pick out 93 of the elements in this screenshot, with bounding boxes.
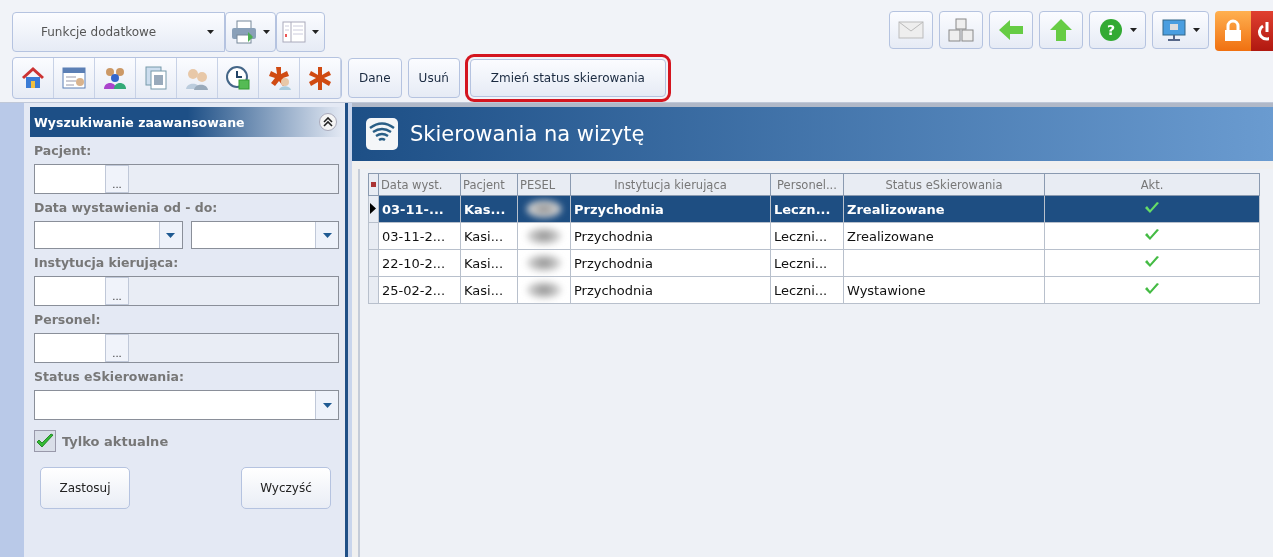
people-icon bbox=[102, 65, 128, 91]
table-cell: Przychodnia bbox=[570, 222, 771, 250]
column-header[interactable]: Akt. bbox=[1044, 173, 1260, 196]
current-row-icon bbox=[370, 202, 376, 214]
dropdown-button[interactable] bbox=[158, 222, 182, 248]
action-button[interactable]: Usuń bbox=[407, 58, 460, 98]
panel-button[interactable]: Wyczyść bbox=[241, 467, 331, 509]
table-cell: Przychodnia bbox=[570, 195, 771, 223]
caret-icon bbox=[207, 30, 214, 34]
column-header[interactable]: Data wyst. bbox=[378, 173, 461, 196]
functions-dropdown[interactable]: Funkcje dodatkowe bbox=[12, 12, 225, 52]
dropdown-field[interactable] bbox=[34, 221, 183, 249]
row-header[interactable] bbox=[368, 195, 379, 223]
dropdown-field[interactable] bbox=[34, 390, 339, 420]
caret-icon bbox=[322, 402, 332, 408]
table-cell: Zrealizowane bbox=[843, 195, 1045, 223]
keys-icon bbox=[948, 18, 974, 42]
table-cell: Leczni... bbox=[770, 276, 844, 304]
column-header[interactable]: Status eSkierowania bbox=[843, 173, 1045, 196]
field-label: Status eSkierowania: bbox=[34, 369, 185, 384]
table-cell: Wystawione bbox=[843, 276, 1045, 304]
blurred-value bbox=[526, 281, 562, 299]
column-header[interactable]: Pacjent bbox=[460, 173, 518, 196]
mail-button[interactable] bbox=[889, 11, 933, 49]
columns-icon bbox=[282, 21, 306, 43]
column-header[interactable]: PESEL bbox=[517, 173, 571, 196]
printer-icon bbox=[231, 20, 257, 44]
left-arrow-icon bbox=[998, 18, 1024, 42]
double-chevron-up-icon bbox=[323, 117, 333, 127]
dropdown-button[interactable] bbox=[315, 391, 338, 419]
up-button[interactable] bbox=[1039, 11, 1083, 49]
collapse-button[interactable] bbox=[319, 113, 337, 131]
table-cell: 22-10-2... bbox=[378, 249, 461, 277]
field-label: Data wystawienia od - do: bbox=[34, 200, 219, 215]
keyboard-button[interactable] bbox=[939, 11, 983, 49]
browse-button[interactable]: ... bbox=[105, 165, 129, 193]
field-label: Personel: bbox=[34, 312, 102, 327]
table-cell: Przychodnia bbox=[570, 276, 771, 304]
caret-icon bbox=[166, 232, 175, 238]
table-cell: 03-11-2... bbox=[378, 222, 461, 250]
browse-button[interactable]: ... bbox=[105, 277, 129, 305]
monitor-icon bbox=[1161, 18, 1187, 42]
layout-button[interactable] bbox=[276, 12, 325, 52]
action-button[interactable]: Dane bbox=[348, 58, 402, 98]
table-cell: 03-11-... bbox=[378, 195, 461, 223]
print-button[interactable] bbox=[225, 12, 276, 52]
medical-staff-icon bbox=[266, 65, 292, 91]
documents-icon bbox=[143, 65, 169, 91]
checkbox[interactable] bbox=[34, 430, 56, 452]
clock-icon bbox=[225, 65, 251, 91]
column-header[interactable]: Instytucja kierująca bbox=[570, 173, 771, 196]
browse-button[interactable]: ... bbox=[105, 334, 129, 362]
field-label: Instytucja kierująca: bbox=[34, 255, 180, 270]
back-button[interactable] bbox=[989, 11, 1033, 49]
dropdown-button[interactable] bbox=[315, 222, 338, 248]
blurred-value bbox=[526, 200, 562, 218]
calendar-icon bbox=[61, 65, 87, 91]
table-cell: Przychodnia bbox=[570, 249, 771, 277]
panel-button[interactable]: Zastosuj bbox=[40, 467, 130, 509]
checkbox-label: Tylko aktualne bbox=[62, 433, 169, 449]
blurred-value bbox=[526, 254, 562, 272]
blurred-value bbox=[526, 227, 562, 245]
lock-button[interactable] bbox=[1215, 11, 1251, 51]
display-button[interactable] bbox=[1152, 11, 1209, 49]
home-icon bbox=[20, 65, 46, 91]
envelope-icon bbox=[898, 18, 924, 42]
caret-icon bbox=[312, 30, 319, 34]
field-label: Pacjent: bbox=[34, 143, 93, 158]
table-cell: Leczni... bbox=[770, 222, 844, 250]
table-cell: Zrealizowane bbox=[843, 222, 1045, 250]
padlock-icon bbox=[1222, 19, 1244, 43]
caret-icon bbox=[1130, 28, 1137, 32]
medical-star-icon bbox=[307, 65, 333, 91]
up-arrow-icon bbox=[1048, 18, 1074, 42]
table-cell: 25-02-2... bbox=[378, 276, 461, 304]
panel-title: Wyszukiwanie zaawansowane bbox=[34, 114, 245, 130]
caret-icon bbox=[322, 232, 332, 238]
new-row-marker-icon bbox=[368, 173, 379, 196]
picker-field[interactable]: ... bbox=[34, 333, 339, 363]
dropdown-field[interactable] bbox=[190, 221, 339, 249]
caret-icon bbox=[1193, 28, 1200, 32]
table-cell: Leczni... bbox=[770, 249, 844, 277]
help-icon: ? bbox=[1098, 18, 1124, 42]
view-title: Skierowania na wizytę bbox=[410, 122, 645, 146]
picker-field[interactable]: ... bbox=[34, 276, 339, 306]
power-icon bbox=[1255, 19, 1269, 43]
power-button[interactable] bbox=[1251, 11, 1273, 51]
wifi-signal-icon bbox=[366, 118, 398, 150]
caret-icon bbox=[263, 30, 270, 34]
column-header[interactable]: Personel... bbox=[770, 173, 844, 196]
table-cell: Leczn... bbox=[770, 195, 844, 223]
checkmark-icon bbox=[36, 433, 54, 449]
picker-field[interactable]: ... bbox=[34, 164, 339, 194]
